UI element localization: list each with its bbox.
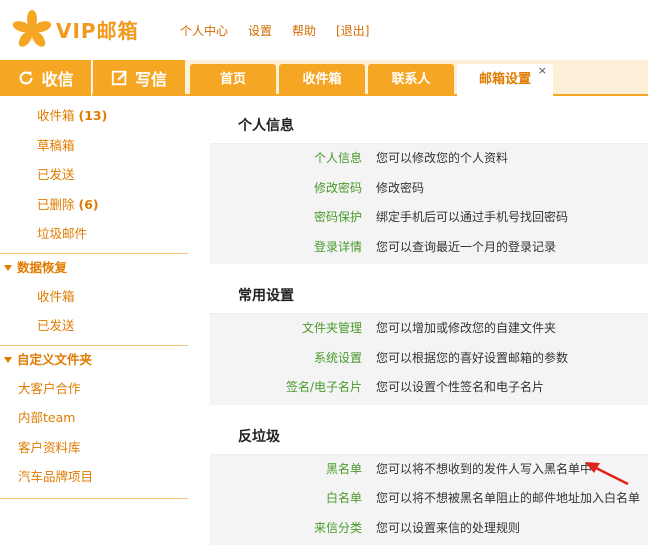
sidebar-item-custom-1[interactable]: 大客户合作 (0, 374, 188, 404)
settings-row: 白名单 您可以将不想被黑名单阻止的邮件地址加入白名单 (210, 484, 648, 514)
settings-desc: 您可以设置来信的处理规则 (376, 520, 521, 535)
nav-settings[interactable]: 设置 (248, 22, 272, 39)
nav-personal-center[interactable]: 个人中心 (180, 22, 228, 39)
settings-desc: 您可以将不想收到的发件人写入黑名单中 (376, 461, 593, 476)
settings-desc: 绑定手机后可以通过手机号找回密码 (376, 210, 569, 224)
toolbar: 收信 写信 首页 收件箱 联系人 邮箱设置 × (0, 60, 648, 96)
star-logo-icon (12, 10, 52, 47)
settings-link[interactable]: 密码保护 (210, 203, 362, 233)
settings-row: 修改密码 修改密码 (210, 174, 648, 204)
settings-link-blacklist[interactable]: 黑名单 (210, 455, 362, 485)
sidebar-item-custom-2[interactable]: 内部team (0, 403, 188, 433)
tab-bar: 首页 收件箱 联系人 邮箱设置 × (190, 64, 553, 96)
settings-link[interactable]: 登录详情 (210, 233, 362, 263)
sidebar-item-label: 收件箱 (37, 108, 75, 123)
section-title-common: 常用设置 (210, 278, 648, 314)
settings-row: 密码保护 绑定手机后可以通过手机号找回密码 (210, 203, 648, 233)
tab-home[interactable]: 首页 (190, 64, 276, 96)
tab-inbox[interactable]: 收件箱 (279, 64, 365, 96)
sidebar-item-label: 已删除 (37, 196, 75, 212)
sidebar-item-custom-4[interactable]: 汽车品牌项目 (0, 462, 188, 492)
triangle-down-icon (4, 357, 12, 363)
settings-link[interactable]: 系统设置 (210, 344, 362, 374)
settings-desc: 您可以设置个性签名和电子名片 (376, 380, 545, 394)
settings-link-mail-rules[interactable]: 来信分类 (210, 514, 362, 544)
sidebar-item-recovery-inbox[interactable]: 收件箱 (0, 282, 188, 312)
sidebar-item-label: 已发送 (37, 318, 75, 333)
tab-mail-settings-label: 邮箱设置 (478, 72, 531, 87)
compose-label: 写信 (134, 70, 167, 89)
settings-row: 文件夹管理 您可以增加或修改您的自建文件夹 (210, 314, 648, 344)
sidebar-item-label: 收件箱 (37, 288, 75, 304)
sidebar-group-recovery[interactable]: 数据恢复 (0, 254, 188, 282)
deleted-count: (6) (78, 196, 99, 212)
section-common: 文件夹管理 您可以增加或修改您的自建文件夹 系统设置 您可以根据您的喜好设置邮箱的参… (210, 314, 648, 405)
close-icon[interactable]: × (538, 55, 547, 87)
annotation-arrow-icon (585, 462, 629, 486)
tab-contacts[interactable]: 联系人 (368, 64, 454, 96)
receive-label: 收信 (41, 70, 74, 89)
sidebar-item-label: 草稿箱 (37, 137, 75, 153)
group-title: 自定义文件夹 (17, 351, 93, 367)
nav-help[interactable]: 帮助 (292, 22, 316, 39)
settings-desc: 您可以将不想被黑名单阻止的邮件地址加入白名单 (376, 491, 641, 505)
settings-link[interactable]: 修改密码 (210, 174, 362, 204)
sidebar-item-sent[interactable]: 已发送 (0, 160, 188, 190)
sidebar-item-label: 垃圾邮件 (37, 226, 88, 241)
settings-panel: 个人信息 个人信息 您可以修改您的个人资料 修改密码 修改密码 密码保护 绑定手机后可… (210, 98, 648, 557)
sidebar-item-recovery-sent[interactable]: 已发送 (0, 311, 188, 341)
nav-logout[interactable]: [退出] (336, 22, 369, 39)
settings-desc: 您可以修改您的个人资料 (376, 151, 509, 165)
settings-desc: 您可以查询最近一个月的登录记录 (376, 239, 557, 254)
triangle-down-icon (4, 265, 12, 271)
sidebar-item-custom-3[interactable]: 客户资料库 (0, 433, 188, 463)
logo-text: VIP邮箱 (56, 18, 139, 43)
group-title: 数据恢复 (17, 259, 68, 275)
settings-link[interactable]: 文件夹管理 (210, 314, 362, 344)
sidebar: 收件箱 (13) 草稿箱 已发送 已删除 (6) 垃圾邮件 数据恢复 收件箱 已发送… (0, 98, 188, 557)
sidebar-group-custom[interactable]: 自定义文件夹 (0, 346, 188, 374)
sidebar-item-inbox[interactable]: 收件箱 (13) (0, 101, 188, 131)
settings-row: 来信分类 您可以设置来信的处理规则 (210, 514, 648, 544)
section-personal: 个人信息 您可以修改您的个人资料 修改密码 修改密码 密码保护 绑定手机后可以通过手机… (210, 144, 648, 264)
settings-link[interactable]: 个人信息 (210, 144, 362, 174)
unread-count: (13) (78, 108, 108, 123)
compose-icon (111, 70, 128, 86)
sidebar-item-spam[interactable]: 垃圾邮件 (0, 219, 188, 249)
sidebar-item-label: 已发送 (37, 167, 75, 182)
settings-row: 签名/电子名片 您可以设置个性签名和电子名片 (210, 373, 648, 403)
settings-row: 系统设置 您可以根据您的喜好设置邮箱的参数 (210, 344, 648, 374)
compose-button[interactable]: 写信 (93, 60, 185, 96)
settings-desc: 您可以增加或修改您的自建文件夹 (376, 321, 557, 335)
divider (0, 497, 188, 499)
sidebar-item-deleted[interactable]: 已删除 (6) (0, 190, 188, 220)
section-title-antispam: 反垃圾 (210, 419, 648, 455)
section-title-personal: 个人信息 (210, 108, 648, 144)
refresh-icon (20, 71, 33, 85)
logo[interactable]: VIP邮箱 (12, 8, 152, 50)
top-nav: 个人中心 设置 帮助 [退出] (180, 22, 369, 39)
settings-desc: 您可以根据您的喜好设置邮箱的参数 (376, 350, 569, 365)
settings-row: 个人信息 您可以修改您的个人资料 (210, 144, 648, 174)
header: VIP邮箱 个人中心 设置 帮助 [退出] (0, 0, 648, 60)
settings-link-whitelist[interactable]: 白名单 (210, 484, 362, 514)
tab-mail-settings[interactable]: 邮箱设置 × (457, 64, 553, 96)
settings-link[interactable]: 签名/电子名片 (210, 373, 362, 403)
receive-mail-button[interactable]: 收信 (0, 60, 92, 96)
sidebar-item-drafts[interactable]: 草稿箱 (0, 131, 188, 161)
settings-desc: 修改密码 (376, 180, 425, 195)
settings-row: 登录详情 您可以查询最近一个月的登录记录 (210, 233, 648, 263)
